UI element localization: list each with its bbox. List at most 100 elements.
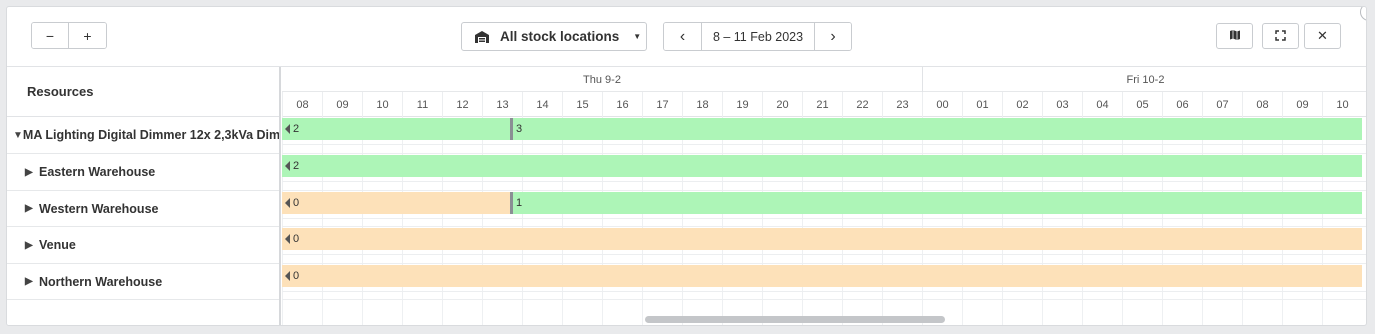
close-button[interactable]: ✕ xyxy=(1304,23,1341,49)
resource-row[interactable]: ▼ MA Lighting Digital Dimmer 12x 2,3kVa … xyxy=(7,117,279,154)
hour-label: 10 xyxy=(362,92,402,117)
availability-value: 2 xyxy=(293,123,300,135)
expand-down-icon[interactable]: ▼ xyxy=(13,130,23,141)
grid-vline xyxy=(1002,117,1003,325)
hour-header: 08 09 10 11 12 13 14 15 16 17 18 19 20 21 22 23 00 01 02 03… xyxy=(282,92,1366,117)
expand-right-icon[interactable]: ▶ xyxy=(25,276,37,287)
availability-bar[interactable]: 0 xyxy=(282,192,510,214)
next-period-button[interactable]: › xyxy=(815,23,851,50)
resource-row[interactable]: ▶ Eastern Warehouse xyxy=(7,154,279,191)
grid-vline xyxy=(762,117,763,325)
hour-label: 07 xyxy=(1202,92,1242,117)
fullscreen-icon xyxy=(1275,28,1286,44)
grid-vline xyxy=(922,117,923,325)
grid-vline xyxy=(642,117,643,325)
grid-vline xyxy=(282,117,283,325)
zoom-out-button[interactable]: − xyxy=(32,23,69,48)
resources-header: Resources xyxy=(7,67,279,117)
availability-value: 0 xyxy=(293,233,300,245)
grid-vline xyxy=(682,117,683,325)
resource-row[interactable]: ▶ Venue xyxy=(7,227,279,264)
day-label: Fri 10-2 xyxy=(922,67,1366,92)
hour-label: 08 xyxy=(282,92,322,117)
grid-vline xyxy=(322,117,323,325)
day-label: Thu 9-2 xyxy=(583,73,621,86)
hour-label: 10 xyxy=(1322,92,1362,117)
map-button[interactable] xyxy=(1216,23,1253,49)
zoom-in-button[interactable]: + xyxy=(69,23,106,48)
grid-vline xyxy=(482,117,483,325)
grid-vline xyxy=(602,117,603,325)
hour-label: 08 xyxy=(1242,92,1282,117)
resource-label: MA Lighting Digital Dimmer 12x 2,3kVa Di… xyxy=(22,128,279,142)
segment-handle xyxy=(510,192,513,214)
grid-hline xyxy=(282,226,1366,227)
zoom-controls: − + xyxy=(31,22,107,49)
arrow-left-icon xyxy=(285,234,290,244)
grid-vline xyxy=(442,117,443,325)
resource-label: Eastern Warehouse xyxy=(39,165,156,179)
prev-period-button[interactable]: ‹ xyxy=(664,23,702,50)
availability-value: 0 xyxy=(293,270,300,282)
horizontal-scrollbar[interactable] xyxy=(645,316,945,323)
hour-label: 20 xyxy=(762,92,802,117)
grid-vline xyxy=(1242,117,1243,325)
hour-label: 18 xyxy=(682,92,722,117)
grid-vline xyxy=(402,117,403,325)
grid-hline xyxy=(282,181,1366,182)
grid-hline xyxy=(282,190,1366,191)
planner-grid: Resources ▼ MA Lighting Digital Dimmer 1… xyxy=(7,67,1366,325)
hour-label: 12 xyxy=(442,92,482,117)
hour-label: 01 xyxy=(962,92,1002,117)
availability-bar[interactable]: 0 xyxy=(282,228,1362,250)
resource-row[interactable]: ▶ Northern Warehouse xyxy=(7,264,279,300)
location-select-label: All stock locations xyxy=(500,29,620,44)
hour-label: 15 xyxy=(562,92,602,117)
arrow-left-icon xyxy=(285,271,290,281)
segment-handle xyxy=(510,118,513,140)
toolbar: − + All stock locations ▼ ‹ 8 – 11 Feb 2… xyxy=(7,7,1366,67)
planner-panel: ? − + All stock locations ▼ ‹ 8 – 11 Feb… xyxy=(6,6,1367,326)
location-select[interactable]: All stock locations ▼ xyxy=(461,22,647,51)
grid-hline xyxy=(282,144,1366,145)
grid-vline xyxy=(1282,117,1283,325)
grid-vline xyxy=(962,117,963,325)
expand-right-icon[interactable]: ▶ xyxy=(25,240,37,251)
availability-bar[interactable]: 0 xyxy=(282,265,1362,287)
hour-label: 23 xyxy=(882,92,922,117)
date-navigation: ‹ 8 – 11 Feb 2023 › xyxy=(663,22,852,51)
arrow-left-icon xyxy=(285,124,290,134)
availability-bar[interactable]: 1 xyxy=(510,192,1362,214)
hour-label: 14 xyxy=(522,92,562,117)
hour-label: 16 xyxy=(602,92,642,117)
date-range-button[interactable]: 8 – 11 Feb 2023 xyxy=(702,23,815,50)
grid-hline xyxy=(282,153,1366,154)
arrow-left-icon xyxy=(285,161,290,171)
grid-vline xyxy=(882,117,883,325)
grid-vline xyxy=(1082,117,1083,325)
resource-label: Venue xyxy=(39,238,76,252)
grid-vline xyxy=(1122,117,1123,325)
grid-vline xyxy=(802,117,803,325)
availability-bar[interactable]: 3 xyxy=(510,118,1362,140)
availability-bar[interactable]: 2 xyxy=(282,155,1362,177)
resource-row[interactable]: ▶ Western Warehouse xyxy=(7,191,279,227)
expand-right-icon[interactable]: ▶ xyxy=(25,167,37,178)
grid-hline xyxy=(282,218,1366,219)
caret-down-icon: ▼ xyxy=(633,32,642,41)
fullscreen-button[interactable] xyxy=(1262,23,1299,49)
hour-label: 05 xyxy=(1122,92,1162,117)
availability-value: 1 xyxy=(516,197,523,209)
grid-hline xyxy=(282,263,1366,264)
grid-vline xyxy=(1162,117,1163,325)
resource-label: Northern Warehouse xyxy=(39,274,163,289)
resource-label: Western Warehouse xyxy=(39,201,159,216)
grid-hline xyxy=(282,291,1366,292)
timeline[interactable]: Thu 9-2 Fri 10-2 08 09 10 11 12 13 14 15 16 17 18 1… xyxy=(282,67,1366,325)
availability-bar[interactable]: 2 xyxy=(282,118,510,140)
grid-hline xyxy=(282,299,1366,300)
resource-column: Resources ▼ MA Lighting Digital Dimmer 1… xyxy=(7,67,281,325)
grid-vline xyxy=(722,117,723,325)
availability-value: 3 xyxy=(516,123,523,135)
expand-right-icon[interactable]: ▶ xyxy=(25,203,37,214)
